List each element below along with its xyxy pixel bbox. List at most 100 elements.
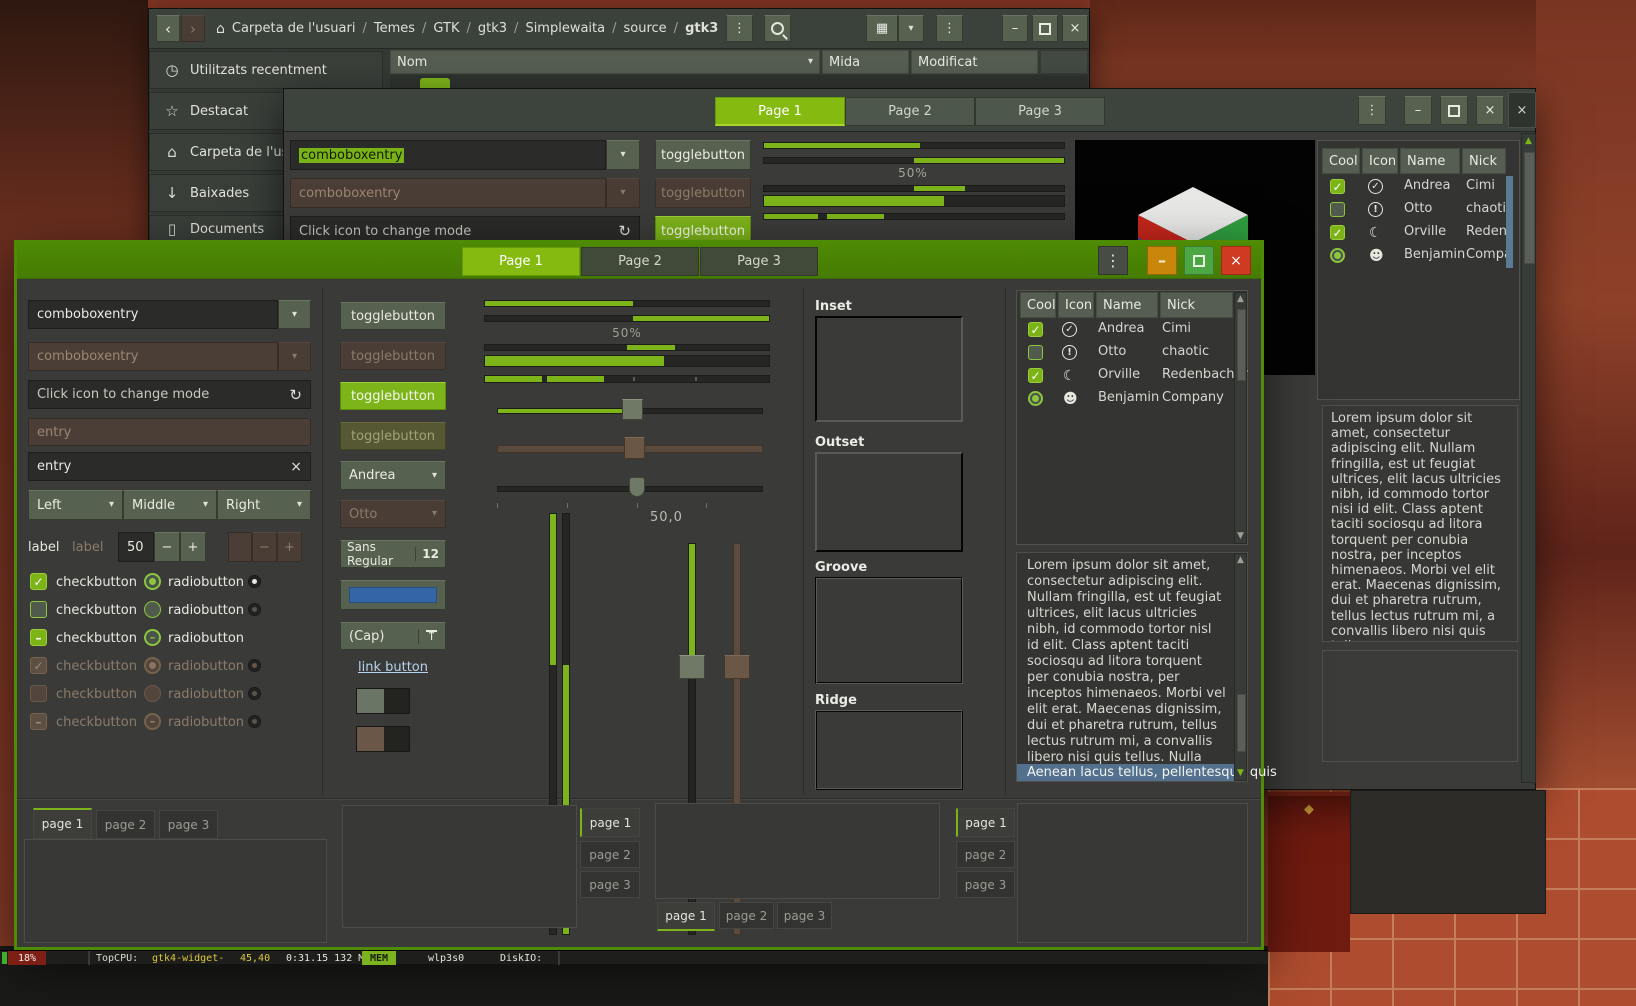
textview-scrollbar[interactable]: ▲ ▼ <box>1234 553 1247 781</box>
radiobutton-label[interactable]: radiobutton <box>168 629 244 647</box>
radiobutton-label[interactable]: radiobutton <box>168 601 244 619</box>
file-chooser-button[interactable]: (Cap) ↑ <box>340 622 446 650</box>
row-check[interactable] <box>1028 345 1043 360</box>
breadcrumb-current[interactable]: gtk3 <box>685 21 718 36</box>
row-radio[interactable] <box>1028 391 1043 406</box>
notebook-a-tab-2[interactable]: page 2 <box>96 810 155 839</box>
notebook-d-tab-2[interactable]: page 2 <box>956 841 1015 868</box>
textview-selected-line[interactable]: Aenean lacus tellus, pellentesque quis <box>1017 764 1234 781</box>
comboboxentry[interactable]: comboboxentry <box>28 300 278 329</box>
notebook-b-tab-3[interactable]: page 3 <box>580 871 640 898</box>
bg-tab-page2[interactable]: Page 2 <box>845 97 975 126</box>
breadcrumb-item[interactable]: gtk3 <box>478 21 507 36</box>
th-cool[interactable]: Cool <box>1020 292 1056 318</box>
th-nick[interactable]: Nick <box>1160 292 1233 318</box>
togglebutton[interactable]: togglebutton <box>340 302 446 330</box>
row-check[interactable]: ✓ <box>1028 368 1043 383</box>
bg-menu-button[interactable]: ⋮ <box>1358 96 1386 125</box>
bg-row-check[interactable] <box>1330 202 1345 217</box>
menu-button[interactable]: ⋮ <box>1098 246 1128 275</box>
breadcrumb-item[interactable]: GTK <box>433 21 459 36</box>
mini-radio[interactable] <box>248 603 261 616</box>
fm-close-button[interactable]: × <box>1062 15 1088 42</box>
scrollbar-thumb[interactable] <box>1237 309 1246 381</box>
fm-menu-button[interactable]: ⋮ <box>726 15 753 42</box>
scale-handle[interactable] <box>622 399 643 420</box>
notebook-b-tab-1[interactable]: page 1 <box>580 808 640 837</box>
th-icon[interactable]: Icon <box>1058 292 1094 318</box>
scrollbar-thumb[interactable] <box>1524 152 1535 264</box>
breadcrumb-item[interactable]: source <box>624 21 667 36</box>
notebook-c-tab-1[interactable]: page 1 <box>657 902 715 931</box>
notebook-d-tab-3[interactable]: page 3 <box>956 871 1015 898</box>
breadcrumb-item[interactable]: Temes <box>374 21 415 36</box>
spinbutton-value[interactable]: 50 <box>118 532 154 562</box>
clear-icon[interactable]: × <box>290 459 302 475</box>
scroll-up-icon[interactable]: ▲ <box>1235 554 1246 567</box>
checkbutton-indeterminate[interactable]: – <box>30 629 47 646</box>
column-header-modificat[interactable]: Modificat <box>911 50 1038 74</box>
refresh-icon[interactable]: ↻ <box>618 222 631 240</box>
link-button[interactable]: link button <box>340 658 446 676</box>
table-scrollbar[interactable]: ▲ ▼ <box>1234 292 1247 544</box>
behind-window-close-button[interactable]: × <box>1508 92 1536 128</box>
notebook-a-tab-3[interactable]: page 3 <box>159 810 218 839</box>
bg-close-button[interactable]: × <box>1476 96 1504 125</box>
breadcrumb-item[interactable]: Simplewaita <box>525 21 605 36</box>
entry[interactable]: entry× <box>28 452 311 481</box>
bg-row-radio[interactable] <box>1330 248 1345 263</box>
fm-view-grid-button[interactable]: ▦ <box>866 15 898 42</box>
mode-entry[interactable]: Click icon to change mode↻ <box>28 380 311 409</box>
checkbutton-label[interactable]: checkbutton <box>56 601 137 619</box>
scroll-down-icon[interactable]: ▼ <box>1235 530 1246 543</box>
scroll-down-icon[interactable]: ▼ <box>1235 767 1246 780</box>
radiobutton-indeterminate[interactable]: – <box>144 629 161 646</box>
fm-view-dropdown-button[interactable]: ▾ <box>898 15 924 42</box>
font-button[interactable]: Sans Regular 12 <box>340 540 446 568</box>
expander-swatch[interactable] <box>356 688 410 714</box>
bg-th-cool[interactable]: Cool <box>1322 148 1360 174</box>
bg-maximize-button[interactable] <box>1440 96 1468 125</box>
notebook-c-tab-2[interactable]: page 2 <box>719 902 774 929</box>
column-header-nom[interactable]: Nom▾ <box>390 50 820 74</box>
maximize-button[interactable] <box>1184 246 1214 275</box>
bg-th-nick[interactable]: Nick <box>1462 148 1506 174</box>
tab-page2[interactable]: Page 2 <box>581 247 699 276</box>
notebook-b-tab-2[interactable]: page 2 <box>580 841 640 868</box>
minimize-button[interactable]: – <box>1147 246 1177 275</box>
bg-textview[interactable]: Lorem ipsum dolor sit amet, consectetur … <box>1322 405 1518 642</box>
bg-row-check[interactable]: ✓ <box>1330 225 1345 240</box>
notebook-d-tab-1[interactable]: page 1 <box>956 808 1015 837</box>
bg-tab-page3[interactable]: Page 3 <box>975 97 1105 126</box>
notebook-c-tab-3[interactable]: page 3 <box>777 902 832 929</box>
combo-caret-button[interactable]: ▾ <box>278 300 311 329</box>
bg-combo-caret-button[interactable]: ▾ <box>606 140 640 170</box>
fm-menu2-button[interactable]: ⋮ <box>936 15 963 42</box>
checkbutton-checked[interactable]: ✓ <box>30 573 47 590</box>
select-middle[interactable]: Middle▾ <box>123 490 217 520</box>
back-button[interactable]: ‹ <box>156 15 180 42</box>
tab-page1[interactable]: Page 1 <box>462 247 580 276</box>
mini-radio[interactable] <box>248 575 261 588</box>
radiobutton-unselected[interactable] <box>144 601 161 618</box>
breadcrumb-home[interactable]: Carpeta de l'usuari <box>232 21 356 36</box>
select-left[interactable]: Left▾ <box>28 490 123 520</box>
scroll-up-icon[interactable]: ▲ <box>1235 293 1246 306</box>
scroll-up-icon[interactable]: ▲ <box>1522 134 1535 148</box>
checkbutton-unchecked[interactable] <box>30 601 47 618</box>
spin-plus-button[interactable]: + <box>180 532 206 562</box>
fm-search-button[interactable] <box>764 15 791 42</box>
color-button[interactable] <box>340 580 446 610</box>
bg-th-name[interactable]: Name <box>1400 148 1460 174</box>
th-name[interactable]: Name <box>1096 292 1158 318</box>
checkbutton-label[interactable]: checkbutton <box>56 573 137 591</box>
notebook-a-tab-1[interactable]: page 1 <box>33 808 92 839</box>
row-check[interactable]: ✓ <box>1028 322 1043 337</box>
sidebar-item-recent[interactable]: ◷Utilitzats recentment <box>149 51 383 89</box>
spin-minus-button[interactable]: − <box>154 532 180 562</box>
fm-minimize-button[interactable]: – <box>1002 15 1028 42</box>
bg-comboboxentry[interactable]: comboboxentry <box>290 140 606 170</box>
bg-tab-page1[interactable]: Page 1 <box>715 97 845 126</box>
bg-th-icon[interactable]: Icon <box>1362 148 1398 174</box>
combobox-name[interactable]: Andrea▾ <box>340 461 446 490</box>
